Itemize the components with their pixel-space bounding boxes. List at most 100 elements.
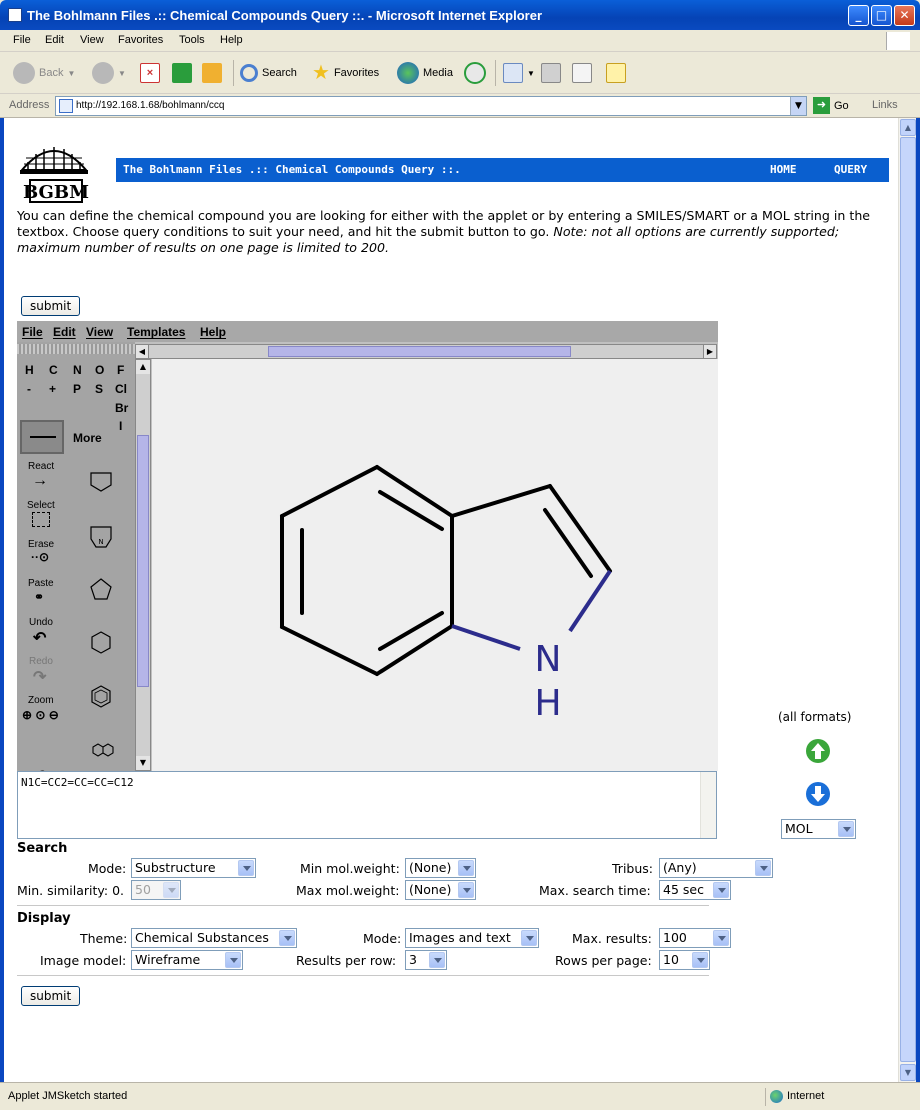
image-model-select[interactable]: Wireframe bbox=[131, 950, 243, 970]
title-bar: The Bohlmann Files .:: Chemical Compound… bbox=[0, 0, 920, 30]
menu-file[interactable]: File bbox=[13, 34, 31, 46]
address-input[interactable]: http://192.168.1.68/bohlmann/ccq ▼ bbox=[55, 96, 807, 116]
go-button[interactable]: ➜ Go bbox=[813, 97, 849, 114]
max-search-time-select[interactable]: 45 sec bbox=[659, 880, 731, 900]
theme-select[interactable]: Chemical Substances bbox=[131, 928, 297, 948]
rows-per-page-select[interactable]: 10 bbox=[659, 950, 710, 970]
nav-query[interactable]: QUERY bbox=[834, 163, 867, 176]
element-cl[interactable]: Cl bbox=[115, 382, 127, 396]
maximize-button[interactable]: □ bbox=[871, 5, 892, 26]
edit-page-icon bbox=[572, 63, 592, 83]
chevron-down-icon bbox=[163, 882, 179, 898]
applet-menu-view[interactable]: View bbox=[86, 325, 113, 339]
scroll-right-icon[interactable]: ▶ bbox=[703, 345, 716, 358]
element-c[interactable]: C bbox=[49, 363, 58, 377]
chevron-down-icon bbox=[713, 930, 729, 946]
applet-menu-edit[interactable]: Edit bbox=[53, 325, 76, 339]
page-icon bbox=[59, 99, 73, 113]
menu-favorites[interactable]: Favorites bbox=[118, 34, 163, 46]
applet-menu-help[interactable]: Help bbox=[200, 325, 226, 339]
template-shapes: N bbox=[90, 472, 114, 757]
select-icon[interactable] bbox=[32, 512, 50, 527]
favorites-button[interactable]: ★ Favorites bbox=[312, 60, 379, 86]
element-h[interactable]: H bbox=[25, 363, 34, 377]
history-icon bbox=[464, 62, 486, 84]
element-s[interactable]: S bbox=[95, 382, 103, 396]
star-icon: ★ bbox=[312, 62, 330, 84]
smiles-text: N1C=CC2=CC=CC=C12 bbox=[21, 776, 134, 789]
address-dropdown-icon[interactable]: ▼ bbox=[790, 97, 806, 115]
element-br[interactable]: Br bbox=[115, 401, 128, 415]
section-divider bbox=[17, 975, 709, 976]
palette-scroll-thumb[interactable] bbox=[137, 435, 149, 687]
tribus-label: Tribus: bbox=[612, 861, 653, 876]
paste-icon[interactable]: ⚭ bbox=[34, 590, 44, 604]
element-n[interactable]: N bbox=[73, 363, 82, 377]
submit-button-top[interactable]: submit bbox=[21, 296, 81, 316]
jmsketch-applet[interactable]: File Edit View Templates Help H C N O F … bbox=[17, 321, 718, 783]
chevron-down-icon bbox=[225, 952, 241, 968]
submit-button-bottom[interactable]: submit bbox=[21, 986, 81, 1006]
import-up-arrow-icon[interactable] bbox=[805, 738, 831, 764]
export-down-arrow-icon[interactable] bbox=[805, 781, 831, 807]
window-title: The Bohlmann Files .:: Chemical Compound… bbox=[27, 8, 542, 23]
applet-horizontal-scrollbar[interactable]: ◀ ▶ bbox=[135, 344, 717, 359]
charge-minus[interactable]: - bbox=[27, 382, 31, 396]
scroll-left-icon[interactable]: ◀ bbox=[136, 345, 149, 358]
smiles-textarea[interactable]: N1C=CC2=CC=CC=C12 bbox=[17, 771, 717, 839]
applet-menu-templates[interactable]: Templates bbox=[127, 325, 185, 339]
menu-help[interactable]: Help bbox=[220, 34, 243, 46]
stop-icon: × bbox=[140, 63, 160, 83]
erase-icon[interactable]: ··⊙ bbox=[31, 550, 49, 564]
close-button[interactable]: ✕ bbox=[894, 5, 915, 26]
display-mode-select[interactable]: Images and text bbox=[405, 928, 539, 948]
react-arrow-icon[interactable]: → bbox=[32, 472, 48, 490]
home-button[interactable] bbox=[202, 60, 222, 86]
refresh-button[interactable] bbox=[172, 60, 192, 86]
page-scroll-thumb[interactable] bbox=[900, 137, 916, 1062]
scroll-up-icon[interactable]: ▲ bbox=[900, 119, 916, 136]
menu-view[interactable]: View bbox=[80, 34, 104, 46]
min-mol-weight-select[interactable]: (None) bbox=[405, 858, 476, 878]
format-select[interactable]: MOL bbox=[781, 819, 856, 839]
tribus-select[interactable]: (Any) bbox=[659, 858, 773, 878]
zoom-icons[interactable]: ⊕ ⊙ ⊖ bbox=[22, 708, 59, 722]
discuss-button[interactable] bbox=[606, 60, 626, 86]
max-mol-weight-select[interactable]: (None) bbox=[405, 880, 476, 900]
minimize-button[interactable]: _ bbox=[848, 5, 869, 26]
stop-button[interactable]: × bbox=[140, 60, 160, 86]
scroll-down-icon[interactable]: ▼ bbox=[900, 1064, 916, 1081]
media-button[interactable]: Media bbox=[397, 60, 453, 86]
print-button[interactable] bbox=[541, 60, 561, 86]
element-o[interactable]: O bbox=[95, 363, 104, 377]
back-button[interactable]: Back ▼ bbox=[13, 60, 75, 86]
page-scrollbar[interactable]: ▲ ▼ bbox=[898, 118, 916, 1082]
menu-edit[interactable]: Edit bbox=[45, 34, 64, 46]
scroll-down-icon[interactable]: ▼ bbox=[136, 756, 150, 770]
forward-button[interactable]: ▼ bbox=[92, 60, 126, 86]
search-mode-select[interactable]: Substructure bbox=[131, 858, 256, 878]
results-per-row-select[interactable]: 3 bbox=[405, 950, 447, 970]
applet-menu-file[interactable]: File bbox=[22, 325, 43, 339]
applet-hscroll-thumb[interactable] bbox=[268, 346, 571, 357]
undo-icon[interactable]: ↶ bbox=[33, 628, 46, 648]
nav-home[interactable]: HOME bbox=[770, 163, 797, 176]
max-results-select[interactable]: 100 bbox=[659, 928, 731, 948]
element-p[interactable]: P bbox=[73, 382, 81, 396]
drawing-canvas[interactable]: N H bbox=[152, 359, 718, 771]
links-button[interactable]: Links bbox=[872, 99, 898, 111]
more-elements-button[interactable]: More bbox=[73, 431, 102, 445]
search-button[interactable]: Search bbox=[240, 60, 297, 86]
intro-text: You can define the chemical compound you… bbox=[17, 208, 871, 255]
element-i[interactable]: I bbox=[119, 419, 122, 433]
single-bond-tool[interactable] bbox=[20, 420, 64, 454]
textarea-scrollbar[interactable] bbox=[700, 772, 716, 838]
element-f[interactable]: F bbox=[117, 363, 124, 377]
palette-scrollbar[interactable]: ▲ ▼ bbox=[135, 359, 151, 771]
charge-plus[interactable]: + bbox=[49, 382, 56, 396]
menu-tools[interactable]: Tools bbox=[179, 34, 205, 46]
scroll-up-icon[interactable]: ▲ bbox=[136, 360, 150, 374]
history-button[interactable] bbox=[464, 60, 486, 86]
edit-button[interactable] bbox=[572, 60, 592, 86]
mail-button[interactable]: ▼ bbox=[503, 60, 535, 86]
